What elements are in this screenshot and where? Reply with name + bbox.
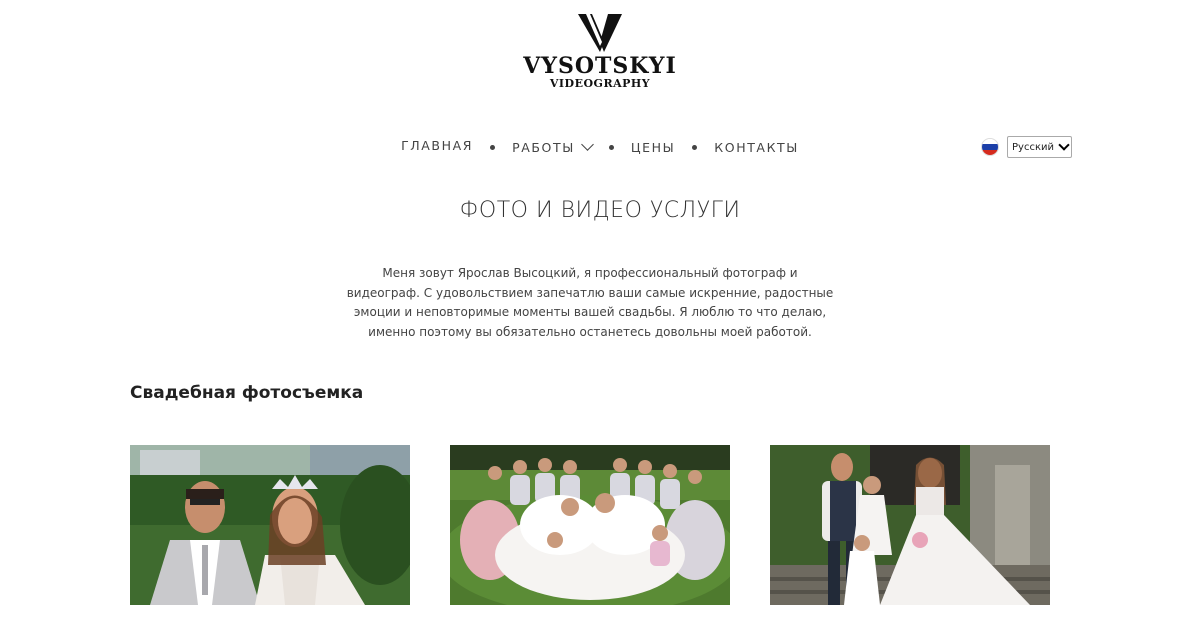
nav-item-label: КОНТАКТЫ — [714, 139, 799, 155]
language-select[interactable]: Русский — [1007, 136, 1072, 158]
nav-separator — [490, 144, 496, 150]
section-title: Свадебная фотосъемка — [130, 383, 364, 403]
intro-text: Меня зовут Ярослав Высоцкий, я профессио… — [346, 266, 834, 339]
bride-with-bridesmaids-photo[interactable] — [450, 445, 730, 605]
chevron-down-icon — [1058, 139, 1070, 151]
wedding-couple-photo[interactable] — [130, 445, 410, 605]
logo[interactable]: VYSOTSKYI VIDEOGRAPHY — [0, 12, 1200, 90]
nav-item-label: ГЛАВНАЯ — [401, 137, 474, 153]
wedding-family-photo[interactable] — [770, 445, 1050, 605]
nav-item-label: РАБОТЫ — [512, 139, 575, 155]
logo-name: VYSOTSKYI — [523, 53, 677, 79]
logo-subtitle: VIDEOGRAPHY — [549, 77, 651, 90]
nav-item-prices[interactable]: ЦЕНЫ — [631, 140, 675, 155]
nav-item-home[interactable]: ГЛАВНАЯ — [401, 138, 473, 153]
page-title: ФОТО И ВИДЕО УСЛУГИ — [459, 198, 741, 223]
language-select-value: Русский — [1012, 141, 1054, 153]
nav-item-contacts[interactable]: КОНТАКТЫ — [714, 140, 799, 155]
language-switcher: Русский — [981, 136, 1072, 158]
logo-mark-icon — [578, 14, 622, 52]
russia-flag-icon — [981, 138, 999, 156]
nav-item-works[interactable]: РАБОТЫ — [512, 138, 594, 155]
nav-separator — [692, 144, 698, 150]
nav-separator — [608, 144, 614, 150]
chevron-down-icon — [580, 138, 594, 151]
nav-item-label: ЦЕНЫ — [630, 139, 676, 155]
